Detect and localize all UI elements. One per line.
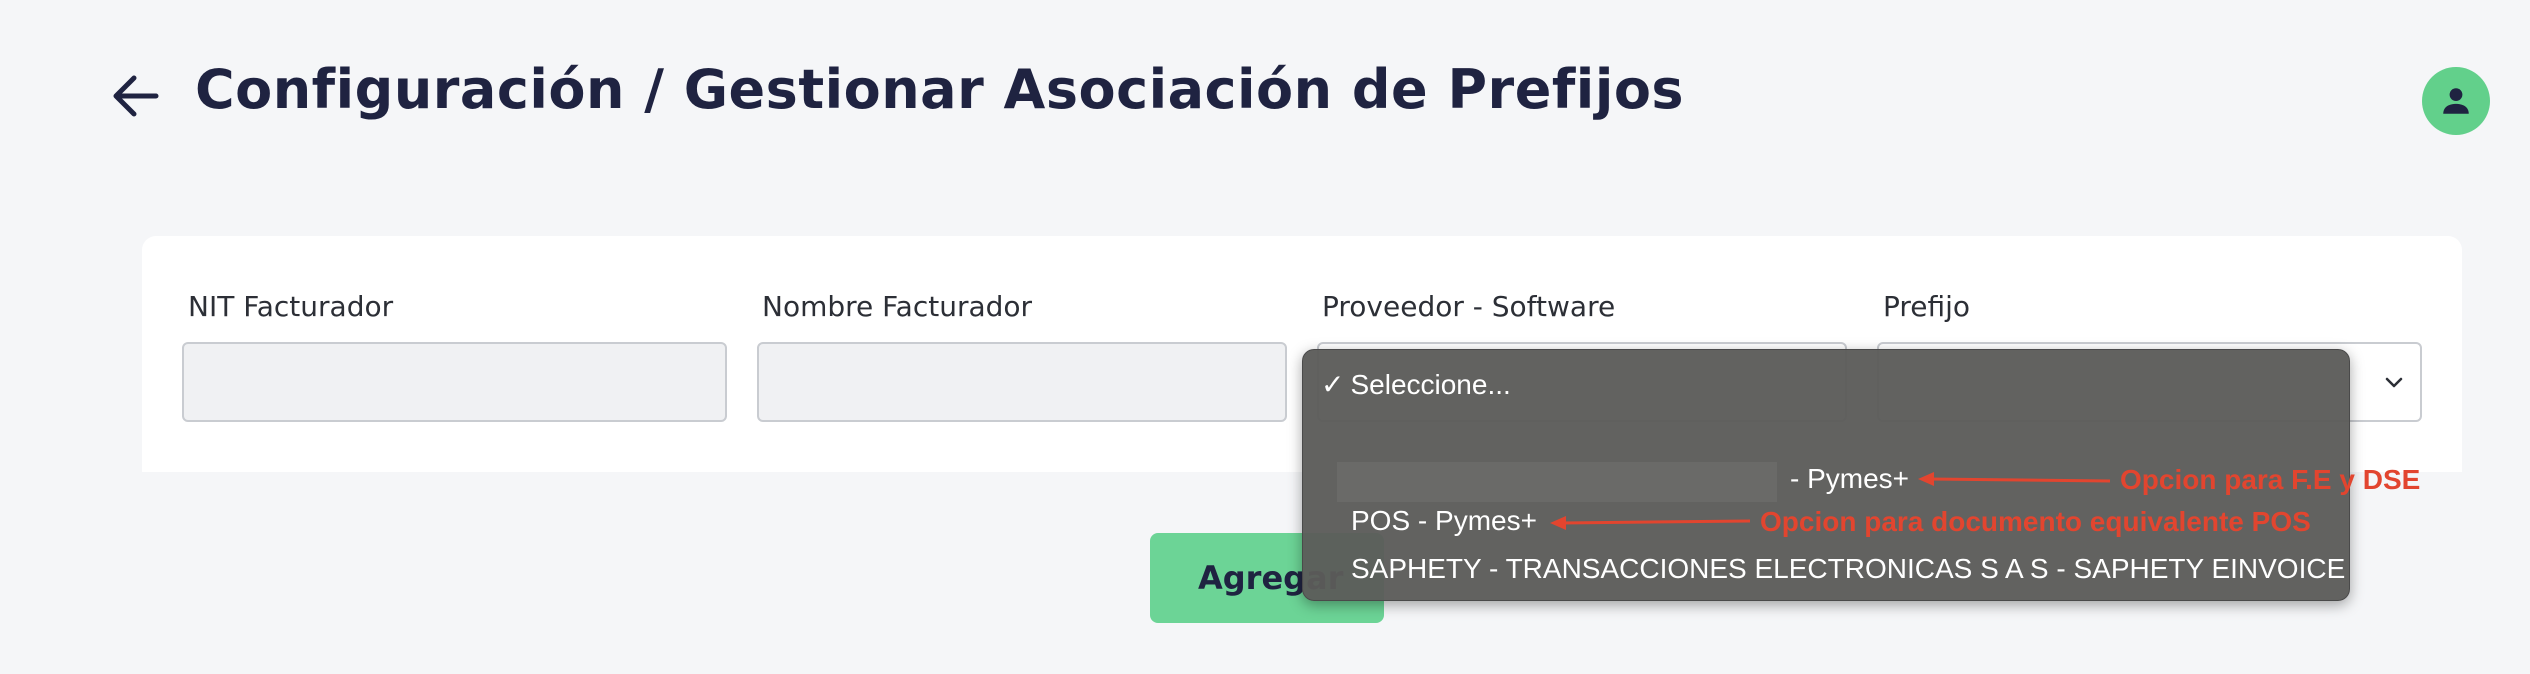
annotation-fe-dse: Opcion para F.E y DSE xyxy=(2120,464,2421,495)
dropdown-option-pos-pymes[interactable]: POS - Pymes+ xyxy=(1351,505,1537,537)
dropdown-option-saphety[interactable]: SAPHETY - TRANSACCIONES ELECTRONICAS S A… xyxy=(1351,553,2345,585)
user-icon xyxy=(2443,88,2469,114)
nit-label: NIT Facturador xyxy=(188,290,394,323)
nombre-field[interactable] xyxy=(757,342,1287,422)
nit-field[interactable] xyxy=(182,342,727,422)
checkmark-icon: ✓ xyxy=(1321,369,1345,400)
arrow-left-icon xyxy=(113,75,159,117)
proveedor-label: Proveedor - Software xyxy=(1322,290,1616,323)
annotation-pos: Opcion para documento equivalente POS xyxy=(1760,506,2311,537)
dropdown-option-seleccione[interactable]: ✓ Seleccione... xyxy=(1321,368,1511,401)
nombre-label: Nombre Facturador xyxy=(762,290,1033,323)
page-title: Configuración / Gestionar Asociación de … xyxy=(195,58,1685,121)
back-button[interactable] xyxy=(110,70,162,122)
chevron-down-icon xyxy=(2385,377,2403,388)
prefijo-label: Prefijo xyxy=(1883,290,1971,323)
dropdown-option-pymes[interactable]: - Pymes+ xyxy=(1790,463,1909,495)
avatar[interactable] xyxy=(2422,67,2490,135)
option-highlight xyxy=(1337,462,1777,502)
option-label: Seleccione... xyxy=(1350,369,1511,400)
